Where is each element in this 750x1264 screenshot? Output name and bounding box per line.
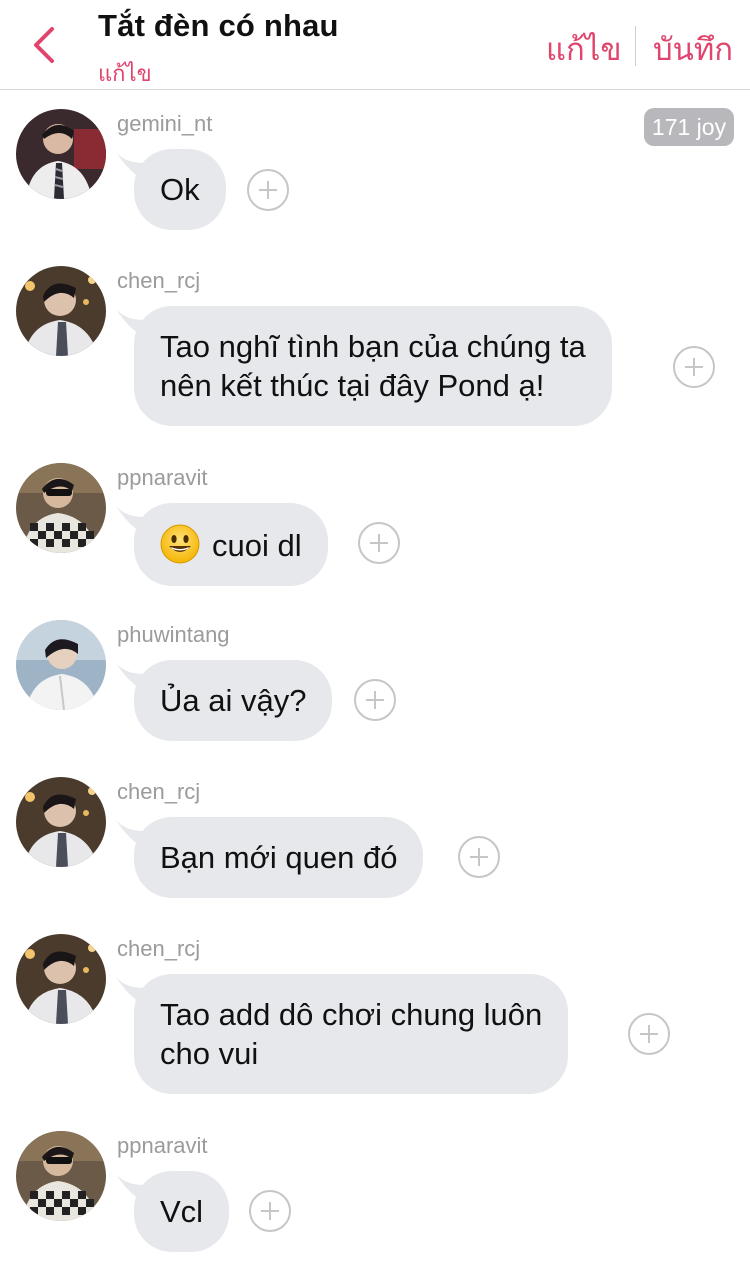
- message-line: Bạn mới quen đó: [160, 840, 398, 875]
- message-line: Ok: [160, 172, 200, 207]
- message-username: ppnaravit: [117, 1133, 208, 1158]
- message-line: Vcl: [160, 1194, 204, 1229]
- plus-icon: [259, 181, 277, 199]
- message-line: Tao nghĩ tình bạn của chúng ta: [160, 329, 586, 364]
- message-bubble[interactable]: Tao add dô chơi chung luôn cho vui: [134, 974, 569, 1094]
- chat-screen: Tắt đèn có nhau แก้ไข แก้ไข บันทึก 171 j…: [0, 0, 750, 1264]
- save-button[interactable]: บันทึก: [653, 24, 733, 74]
- add-reaction-button[interactable]: [354, 679, 396, 721]
- add-reaction-button[interactable]: [628, 1013, 670, 1055]
- plus-icon: [370, 534, 388, 552]
- message-username: chen_rcj: [117, 779, 201, 804]
- avatar[interactable]: [16, 109, 106, 199]
- plus-icon: [640, 1025, 658, 1043]
- chat-header: Tắt đèn có nhau แก้ไข แก้ไข บันทึก: [0, 0, 750, 90]
- chat-title: Tắt đèn có nhau: [98, 8, 339, 43]
- add-reaction-button[interactable]: [673, 346, 715, 388]
- message-bubble[interactable]: Tao nghĩ tình bạn của chúng ta nên kết t…: [134, 306, 612, 426]
- message-line: cuoi dl: [160, 524, 302, 565]
- avatar[interactable]: [16, 463, 106, 553]
- plus-icon: [366, 691, 384, 709]
- joy-count-badge: 171 joy: [644, 108, 734, 146]
- message-line: nên kết thúc tại đây Pond ạ!: [160, 368, 545, 403]
- avatar[interactable]: [16, 777, 106, 867]
- back-button[interactable]: [22, 22, 66, 68]
- plus-icon: [685, 358, 703, 376]
- message-username: chen_rcj: [117, 268, 201, 293]
- message-username: phuwintang: [117, 622, 230, 647]
- message-line: Ủa ai vậy?: [160, 683, 307, 718]
- add-reaction-button[interactable]: [458, 836, 500, 878]
- avatar[interactable]: [16, 934, 106, 1024]
- chat-subtitle: แก้ไข: [98, 61, 152, 86]
- message-username: ppnaravit: [117, 465, 208, 490]
- add-reaction-button[interactable]: [249, 1190, 291, 1232]
- add-reaction-button[interactable]: [247, 169, 289, 211]
- plus-icon: [261, 1202, 279, 1220]
- message-bubble[interactable]: Bạn mới quen đó: [134, 817, 424, 898]
- message-bubble[interactable]: Vcl: [134, 1171, 230, 1252]
- add-reaction-button[interactable]: [358, 522, 400, 564]
- message-bubble[interactable]: Ok: [134, 149, 226, 230]
- message-bubble[interactable]: Ủa ai vậy?: [134, 660, 333, 741]
- avatar[interactable]: [16, 1131, 106, 1221]
- message-line: Tao add dô chơi chung luôn: [160, 997, 543, 1032]
- edit-button[interactable]: แก้ไข: [546, 24, 622, 74]
- plus-icon: [470, 848, 488, 866]
- header-divider: [635, 26, 636, 66]
- chevron-left-icon: [34, 27, 54, 63]
- message-username: chen_rcj: [117, 936, 201, 961]
- message-line: cho vui: [160, 1036, 259, 1071]
- message-username: gemini_nt: [117, 111, 213, 136]
- smiley-emoji-icon: [160, 524, 200, 564]
- message-bubble[interactable]: cuoi dl: [134, 503, 328, 586]
- message-text: cuoi dl: [212, 528, 302, 563]
- avatar[interactable]: [16, 620, 106, 710]
- avatar[interactable]: [16, 266, 106, 356]
